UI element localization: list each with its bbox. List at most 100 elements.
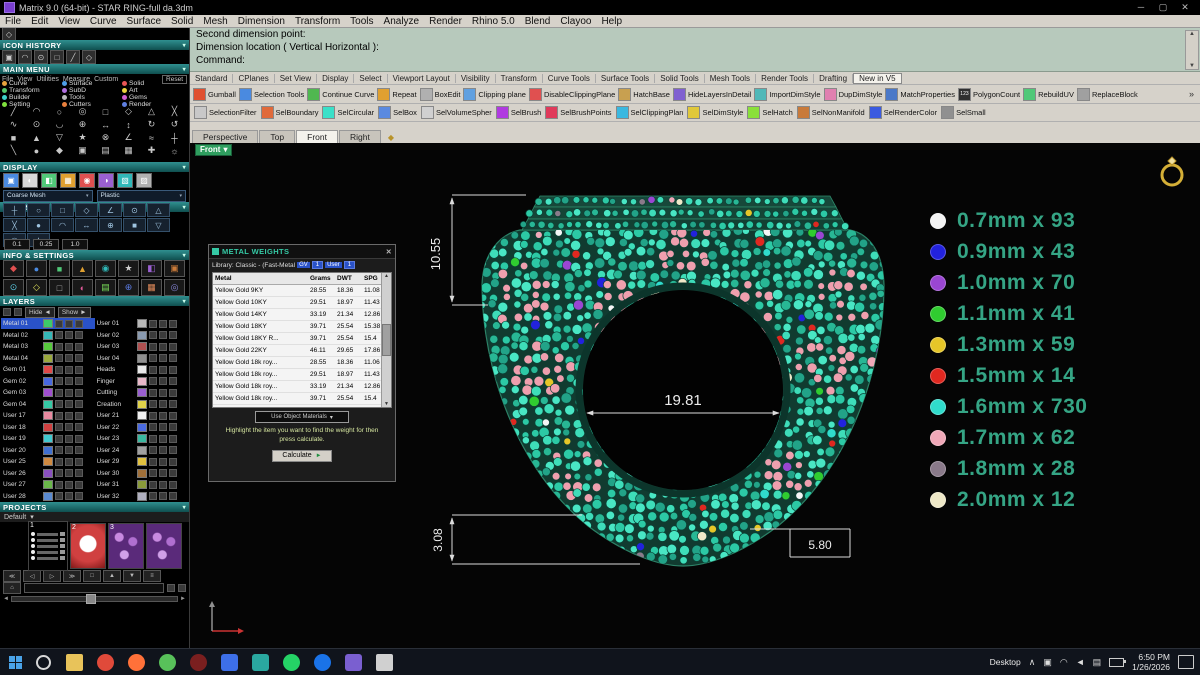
display-mode-icon[interactable]: ▦	[60, 173, 76, 188]
tool-icon[interactable]: ◡	[48, 118, 71, 131]
toolbar-button[interactable]: SelSmall	[941, 106, 986, 119]
tool-icon[interactable]: ★	[71, 131, 94, 144]
layer-row[interactable]: User 01	[95, 318, 189, 329]
layer-lock-icon[interactable]	[65, 434, 73, 443]
metal-table-row[interactable]: Yellow Gold 18KY R... 39.71 25.54 15.4	[213, 333, 391, 345]
toolbar-button[interactable]: SelNonManifold	[796, 106, 865, 119]
toolbar-tab[interactable]: Select	[354, 73, 388, 83]
material-dropdown[interactable]: Plastic ▾	[96, 189, 186, 202]
toolbar-button[interactable]: SelRenderColor	[868, 106, 937, 119]
settings-icon[interactable]: ▤	[95, 279, 116, 296]
layer-lock-icon[interactable]	[65, 377, 73, 385]
metal-table-row[interactable]: Yellow Gold 18k roy... 29.51 18.97 11.43	[213, 369, 391, 381]
menu-item[interactable]: Curve	[85, 16, 122, 27]
taskbar-app-icon[interactable]	[221, 653, 238, 671]
history-icon[interactable]: ▣	[2, 50, 16, 64]
layer-current-icon[interactable]	[168, 331, 177, 339]
layer-row[interactable]: User 18	[1, 422, 95, 433]
layer-lock-icon[interactable]	[65, 342, 73, 351]
layer-color-swatch[interactable]	[43, 388, 53, 397]
menu-item[interactable]: Blend	[520, 16, 556, 27]
settings-icon[interactable]: □	[49, 279, 70, 296]
display-mode-icon[interactable]: ◑	[98, 173, 114, 188]
layer-color-swatch[interactable]	[136, 491, 147, 501]
transport-button[interactable]: ≡	[143, 570, 161, 582]
layer-color-swatch[interactable]	[43, 353, 53, 363]
menu-item[interactable]: Transform	[290, 16, 345, 27]
project-option-icon[interactable]	[167, 584, 175, 592]
notification-center-icon[interactable]	[1178, 655, 1194, 669]
layer-lock-icon[interactable]	[65, 331, 73, 339]
transport-button[interactable]: ▼	[123, 570, 141, 582]
layer-current-icon[interactable]	[75, 377, 83, 385]
layer-visibility-icon[interactable]	[148, 480, 157, 489]
main-menu-category[interactable]: Tools	[62, 94, 117, 101]
layer-lock-icon[interactable]	[65, 423, 73, 431]
main-menu-category[interactable]: Art	[122, 87, 177, 94]
taskbar-app-icon[interactable]	[345, 653, 362, 671]
snap-value-input[interactable]: 0.25	[33, 238, 59, 250]
toolbar-overflow-icon[interactable]: »	[1186, 89, 1197, 99]
layer-lock-icon[interactable]	[158, 377, 167, 385]
display-mode-icon[interactable]: ◧	[41, 173, 57, 188]
tray-icon[interactable]: ∧	[1029, 657, 1036, 668]
desktop-toolbar-label[interactable]: Desktop	[990, 657, 1021, 667]
layer-current-icon[interactable]	[75, 434, 83, 443]
metal-table-row[interactable]: Yellow Gold 18k roy... 33.19 21.34 12.86	[213, 381, 391, 393]
start-button[interactable]	[0, 649, 30, 675]
section-display[interactable]: DISPLAY ▾	[0, 162, 189, 172]
tray-icon[interactable]: ▤	[1093, 657, 1102, 668]
layer-current-icon[interactable]	[75, 480, 83, 489]
project-thumbnail[interactable]	[146, 523, 182, 569]
layer-color-swatch[interactable]	[43, 491, 53, 501]
sidebar-slider[interactable]	[10, 594, 179, 604]
main-menu-category[interactable]: Curve	[2, 80, 57, 87]
material-source-dropdown[interactable]: Use Object Materials ▾	[255, 411, 349, 423]
settings-icon[interactable]: ◐	[72, 279, 93, 296]
tool-icon[interactable]: ╲	[2, 144, 25, 157]
layer-lock-icon[interactable]	[65, 480, 73, 489]
layer-current-icon[interactable]	[168, 423, 177, 431]
tool-icon[interactable]: ☼	[163, 144, 186, 157]
layer-row[interactable]: Gem 03	[1, 387, 95, 398]
ring-icon[interactable]	[1160, 156, 1184, 187]
toolbar-button[interactable]: ImportDimStyle	[754, 87, 821, 101]
layer-lock-icon[interactable]	[158, 480, 167, 489]
slider-thumb[interactable]	[86, 594, 97, 604]
layer-visibility-icon[interactable]	[148, 411, 157, 420]
project-option-icon[interactable]	[178, 584, 186, 592]
history-icon[interactable]: ╱	[66, 50, 80, 64]
layer-row[interactable]: User 21	[95, 410, 189, 421]
clock[interactable]: 6:50 PM 1/26/2026	[1132, 652, 1170, 672]
layer-current-icon[interactable]	[75, 400, 83, 408]
layer-tool-icon[interactable]	[14, 308, 22, 316]
snap-toggle-icon[interactable]: ⊕	[99, 218, 122, 232]
battery-icon[interactable]	[1109, 657, 1127, 667]
settings-icon[interactable]: ■	[49, 260, 70, 277]
tool-icon[interactable]: ⊗	[94, 131, 117, 144]
layer-lock-icon[interactable]	[158, 492, 167, 500]
layer-current-icon[interactable]	[168, 469, 177, 477]
layer-color-swatch[interactable]	[43, 457, 53, 466]
tool-icon[interactable]: △	[140, 105, 163, 118]
window-control-button[interactable]: ─	[1130, 0, 1152, 15]
toolbar-button[interactable]: ReplaceBlock	[1076, 87, 1138, 101]
layer-lock-icon[interactable]	[158, 388, 167, 397]
toolbar-button[interactable]: DupDimStyle	[823, 87, 882, 101]
scrollbar-thumb[interactable]	[382, 324, 391, 356]
tool-icon[interactable]: ◇	[117, 105, 140, 118]
scroll-up-icon[interactable]: ▲	[384, 273, 389, 279]
tool-icon[interactable]: ▣	[71, 144, 94, 157]
layer-row[interactable]: User 03	[95, 341, 189, 352]
taskbar-app-icon[interactable]	[314, 653, 331, 671]
command-prompt[interactable]: Command:	[190, 54, 1200, 67]
menu-item[interactable]: Render	[424, 16, 467, 27]
metal-table-row[interactable]: Yellow Gold 22KY 46.11 29.65 17.86	[213, 345, 391, 357]
hide-layers-button[interactable]: Hide ◄	[25, 306, 55, 318]
layer-current-icon[interactable]	[168, 377, 177, 385]
layer-color-swatch[interactable]	[43, 411, 53, 420]
viewport-tab[interactable]: Front	[296, 130, 338, 143]
toolbar-button[interactable]: HideLayersInDetail	[672, 87, 751, 101]
layer-visibility-icon[interactable]	[55, 331, 63, 339]
display-mode-icon[interactable]: ◉	[79, 173, 95, 188]
